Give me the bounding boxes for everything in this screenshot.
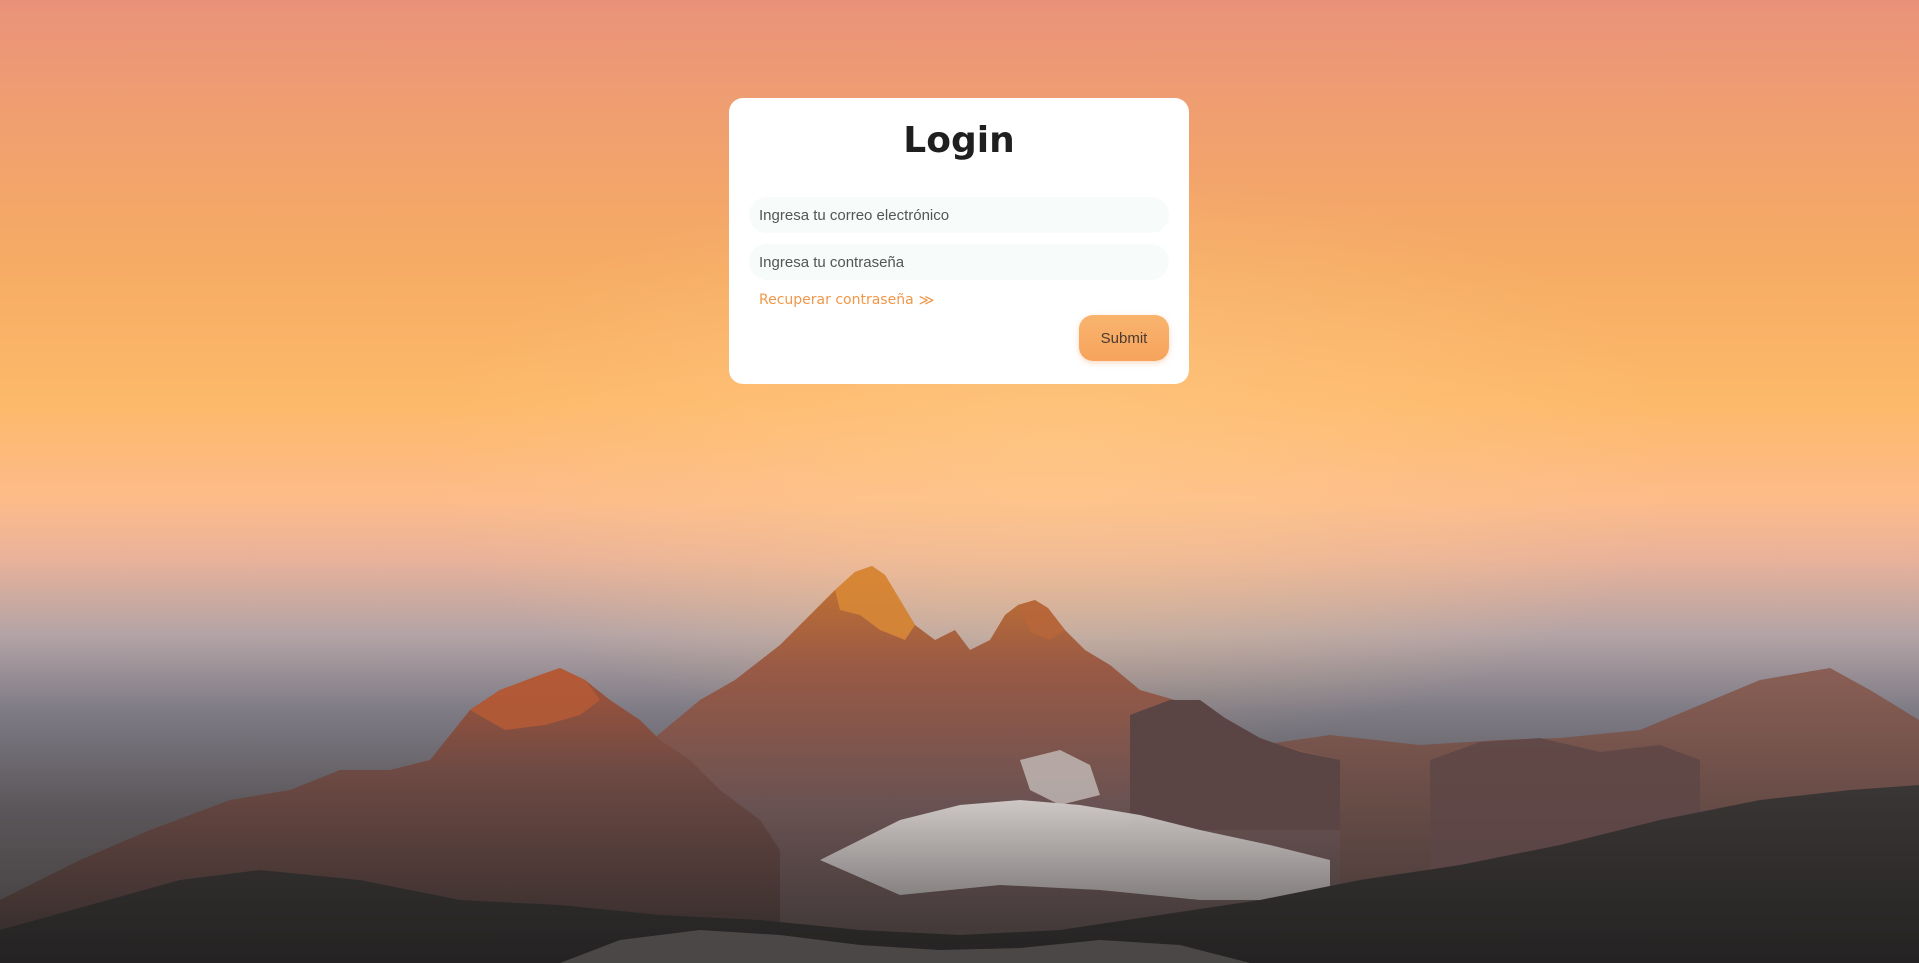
email-field[interactable] xyxy=(749,197,1169,233)
recover-password-link[interactable]: Recuperar contraseña ≫ xyxy=(759,292,934,308)
recover-password-label: Recuperar contraseña xyxy=(759,292,914,308)
double-chevron-right-icon: ≫ xyxy=(918,290,935,309)
submit-button[interactable]: Submit xyxy=(1079,315,1169,361)
login-page: Login Recuperar contraseña ≫ Submit xyxy=(0,0,1919,963)
login-title: Login xyxy=(903,120,1015,161)
login-card: Login Recuperar contraseña ≫ Submit xyxy=(729,98,1189,384)
password-field[interactable] xyxy=(749,244,1169,280)
